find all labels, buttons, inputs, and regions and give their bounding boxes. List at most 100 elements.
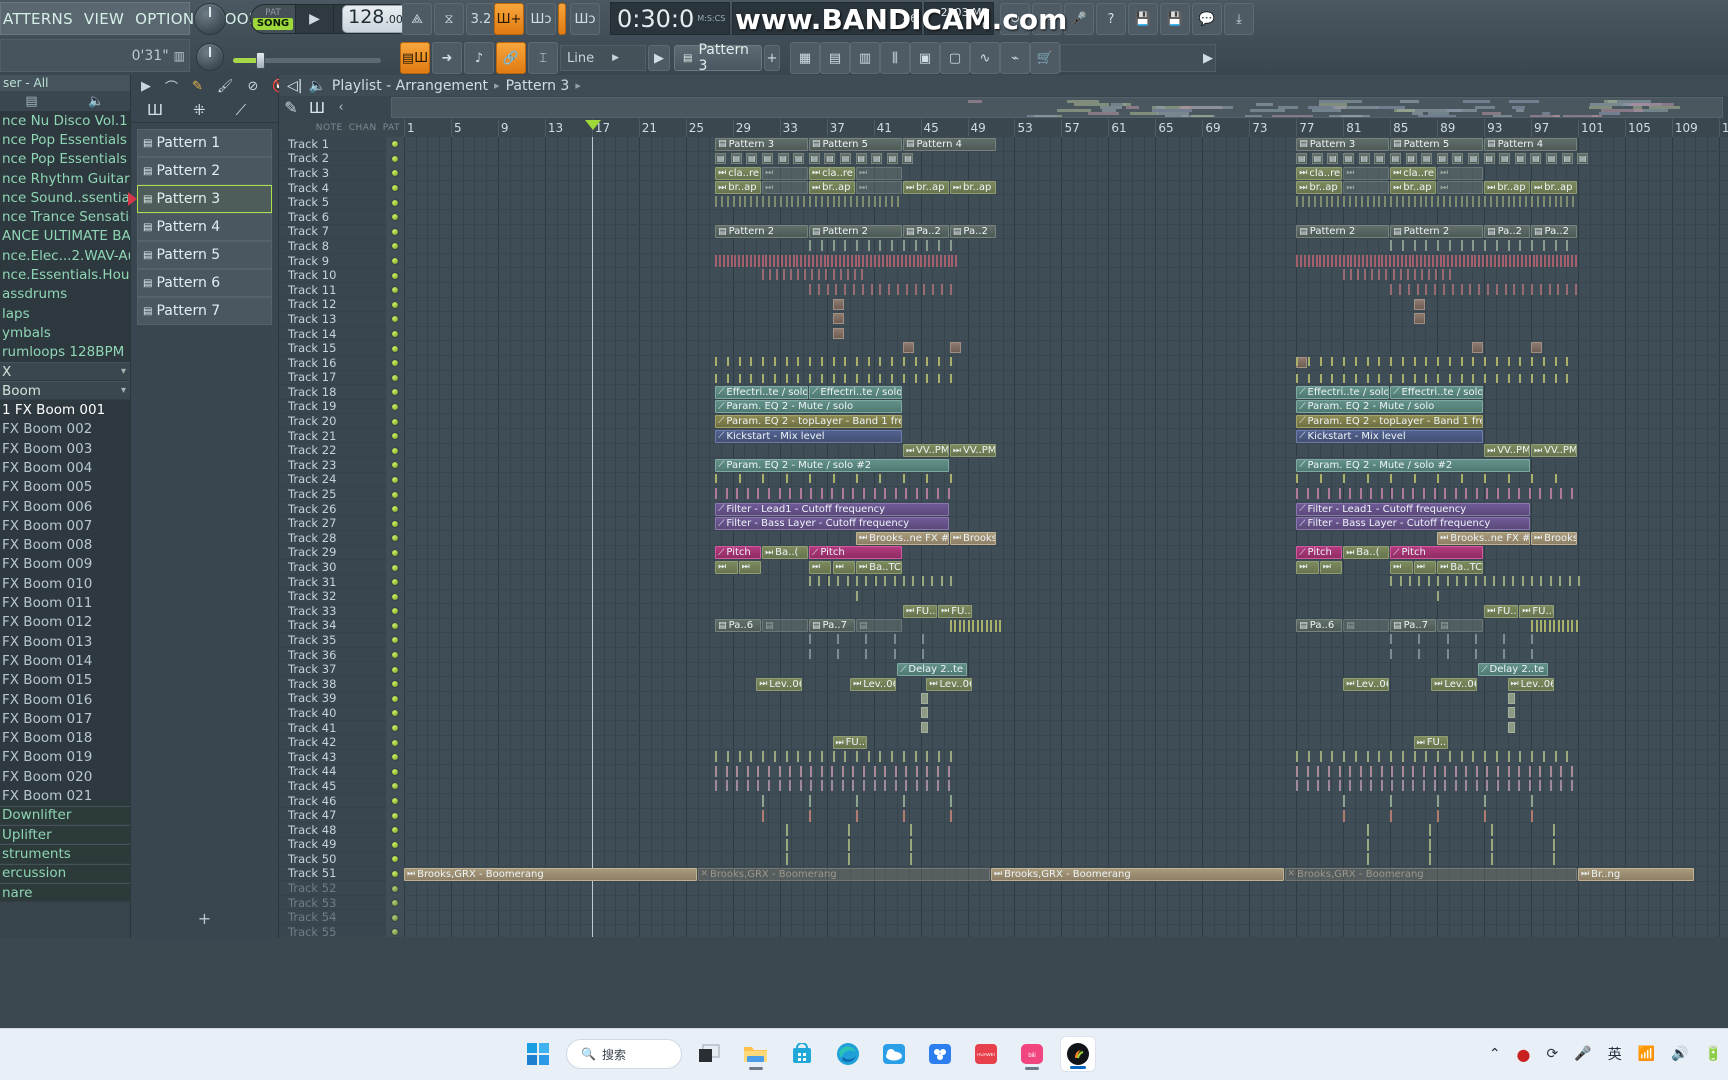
baidu-icon[interactable]	[922, 1036, 958, 1072]
track-enable-led[interactable]	[386, 838, 404, 853]
pattern-item[interactable]: ▤ Pattern 6	[137, 269, 272, 297]
pattern-clip-small[interactable]: ▤	[1546, 153, 1557, 164]
metronome-icon[interactable]: ⟁	[402, 3, 432, 35]
playlist-clip[interactable]: ⏭ Lev..06	[756, 678, 802, 691]
paint-icon[interactable]: 🖌	[217, 79, 234, 94]
browser-item[interactable]: laps	[0, 304, 130, 323]
playlist-clip[interactable]: ▤ Pattern 5	[809, 138, 902, 151]
link-icon[interactable]: 🔗	[496, 42, 526, 74]
comment-icon[interactable]: 💬	[1192, 3, 1222, 35]
track-led-column[interactable]	[386, 137, 404, 937]
taskview-icon[interactable]	[692, 1036, 728, 1072]
track-name[interactable]: Track 20	[279, 414, 386, 429]
track-enable-led[interactable]	[386, 867, 404, 882]
playlist-tool-pencil-icon[interactable]: ✎	[279, 98, 303, 117]
mixer-icon[interactable]: ▦	[790, 42, 820, 74]
track-name[interactable]: Track 12	[279, 298, 386, 313]
playlist-clip[interactable]: ▤ Pa..6	[1296, 619, 1342, 632]
track-name[interactable]: Track 3	[279, 166, 386, 181]
effects-icon[interactable]: ∿	[970, 42, 1000, 74]
track-enable-led[interactable]	[386, 429, 404, 444]
track-enable-led[interactable]	[386, 721, 404, 736]
countdown-icon[interactable]: 3.2	[466, 3, 496, 35]
pattern-clip-small[interactable]: ▤	[902, 153, 913, 164]
browser-item[interactable]: nce Nu Disco Vol.1	[0, 111, 130, 130]
track-enable-led[interactable]	[386, 341, 404, 356]
track-name[interactable]: Track 36	[279, 648, 386, 663]
track-name[interactable]: Track 46	[279, 794, 386, 809]
playlist-clip[interactable]: ⏭	[762, 167, 808, 180]
pattern-item[interactable]: ▤ Pattern 7	[137, 297, 272, 325]
playlist-clip[interactable]: ▤ Pattern 3	[715, 138, 808, 151]
track-enable-led[interactable]	[386, 443, 404, 458]
pattern-clip-small[interactable]: ▤	[1577, 153, 1588, 164]
playlist-clip[interactable]: ⏭ br..ap	[903, 181, 949, 194]
pattern-clip-small[interactable]: ▤	[1468, 153, 1479, 164]
track-enable-led[interactable]	[386, 546, 404, 561]
master-volume-knob[interactable]	[196, 43, 224, 71]
pattern-clip-small[interactable]: ▤	[746, 153, 757, 164]
pattern-clip-small[interactable]: ▤	[856, 153, 867, 164]
track-name[interactable]: Track 41	[279, 721, 386, 736]
playlist-clip[interactable]: ⟋ Param. EQ 2 - topLayer - Band 1 freq	[1296, 415, 1483, 428]
playlist-clip[interactable]: ▤	[762, 619, 808, 632]
track-name[interactable]: Track 29	[279, 546, 386, 561]
track-enable-led[interactable]	[386, 560, 404, 575]
track-enable-led[interactable]	[386, 794, 404, 809]
file-explorer-icon[interactable]	[738, 1036, 774, 1072]
browser-file-item[interactable]: FX Boom 008	[0, 536, 130, 555]
playlist-clip[interactable]: ⟋ Filter - Bass Layer - Cutoff frequency	[1296, 517, 1530, 530]
microphone-icon[interactable]: 🎤	[1574, 1046, 1591, 1062]
track-enable-led[interactable]	[386, 589, 404, 604]
pattern-clip-small[interactable]: ▤	[1296, 153, 1307, 164]
track-name[interactable]: Track 54	[279, 910, 386, 925]
pattern-list[interactable]: ▤ Pattern 1 ▤ Pattern 2 ▤ Pattern 3 ▤ Pattern 4…	[131, 123, 278, 325]
browser-file-item[interactable]: FX Boom 018	[0, 729, 130, 748]
browser-file-item[interactable]: FX Boom 003	[0, 439, 130, 458]
pattern-clip-small[interactable]: ▤	[1452, 153, 1463, 164]
playlist-clip[interactable]: ▤	[1343, 619, 1389, 632]
track-enable-led[interactable]	[386, 137, 404, 152]
playlist-clip[interactable]: ⏭FU..M	[903, 605, 937, 618]
track-enable-led[interactable]	[386, 531, 404, 546]
playlist-clip[interactable]: ⟋ Effectri..te / solo	[809, 386, 902, 399]
track-name[interactable]: Track 43	[279, 750, 386, 765]
track-enable-led[interactable]	[386, 604, 404, 619]
playlist-clip[interactable]: ⏭ Brooks,GRX - Boomerang	[404, 868, 697, 881]
pattern-clip-small[interactable]: ▤	[1499, 153, 1510, 164]
track-name[interactable]: Track 21	[279, 429, 386, 444]
track-name[interactable]: Track 1	[279, 137, 386, 152]
playlist-ruler[interactable]: 1 5 9 13 17 21 25 29 33 37 41 45 49 53 57 61 65 69 73 77 81 8…	[279, 119, 1728, 137]
track-name[interactable]: Track 49	[279, 838, 386, 853]
playlist-clip[interactable]: ▤ Pa..2	[1531, 225, 1577, 238]
playlist-clip[interactable]: ⏭Ba..TCH	[856, 561, 902, 574]
playlist-clip[interactable]: ⏭	[856, 167, 902, 180]
playlist-clip[interactable]: ⏭	[1437, 181, 1483, 194]
track-name[interactable]: Track 22	[279, 443, 386, 458]
play-button[interactable]: ▶	[295, 5, 333, 33]
record-dot-icon[interactable]: ●	[1517, 1045, 1531, 1064]
track-name[interactable]: Track 37	[279, 662, 386, 677]
pattern-clip-small[interactable]: ▤	[1406, 153, 1417, 164]
track-enable-led[interactable]	[386, 881, 404, 896]
volume-icon[interactable]: 🔊	[1671, 1046, 1688, 1062]
playlist-clip[interactable]: ⏭ Lev..06	[1508, 678, 1554, 691]
snap-selector[interactable]: Line ▶	[560, 45, 646, 71]
taskbar-search-box[interactable]: 🔍 搜索	[566, 1039, 682, 1069]
browser-file-item[interactable]: FX Boom 012	[0, 613, 130, 632]
track-enable-led[interactable]	[386, 779, 404, 794]
pattern-clip-small[interactable]: ▤	[824, 153, 835, 164]
playlist-clip[interactable]: ▤ Pattern 4	[903, 138, 996, 151]
playlist-clip[interactable]: ⏭ Ba..(	[762, 546, 808, 559]
track-enable-led[interactable]	[386, 385, 404, 400]
track-name-column[interactable]: Track 1 Track 2 Track 3 Track 4 Track 5 Track…	[279, 137, 386, 937]
track-enable-led[interactable]	[386, 298, 404, 313]
plugin-picker-icon[interactable]: ▢	[940, 42, 970, 74]
track-enable-led[interactable]	[386, 195, 404, 210]
playhead-marker-icon[interactable]	[585, 120, 601, 130]
help-icon[interactable]: ?	[1096, 3, 1126, 35]
browser-file-item[interactable]: 1 FX Boom 001	[0, 400, 130, 419]
track-name[interactable]: Track 45	[279, 779, 386, 794]
download-icon[interactable]: ⤓	[1224, 3, 1254, 35]
playlist-clip[interactable]: ⏭ VV..PM	[1531, 444, 1577, 457]
